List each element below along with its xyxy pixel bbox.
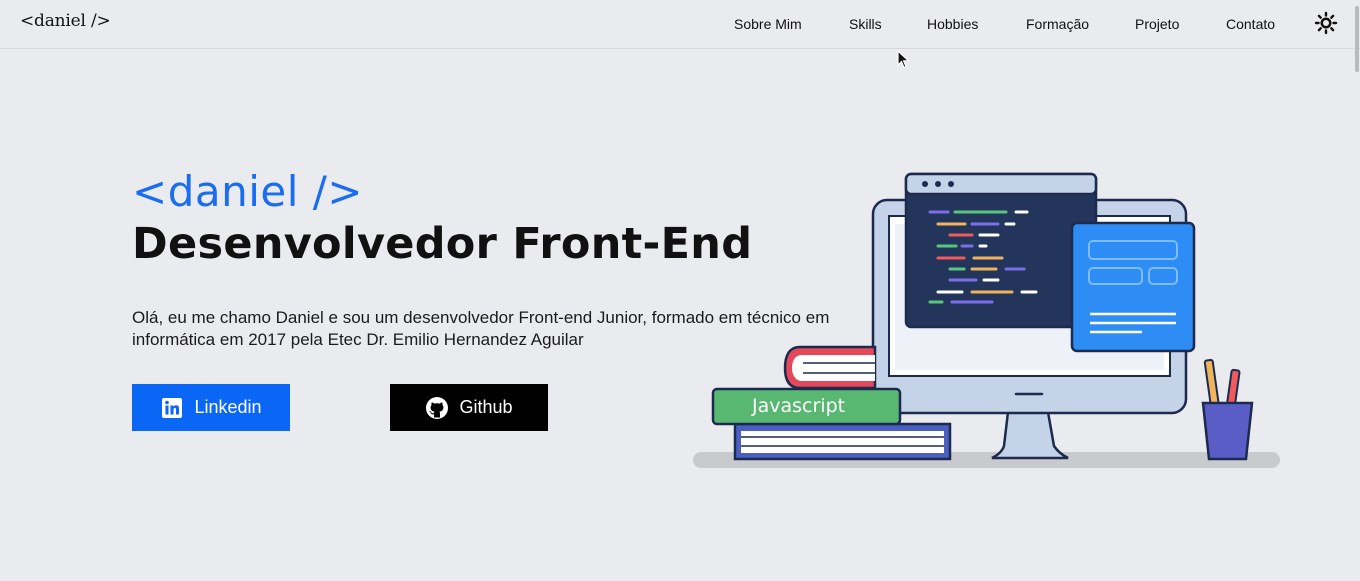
linkedin-button-label: Linkedin [194,397,262,417]
hero-title: Desenvolvedor Front-End [132,219,753,269]
pencil-cup [1201,358,1254,461]
logo[interactable]: <daniel /> [20,11,111,31]
developer-illustration: Javascript [693,172,1280,468]
linkedin-button[interactable]: Linkedin [132,384,290,431]
navbar: <daniel /> Sobre Mim Skills Hobbies Form… [0,0,1360,49]
code-window [904,172,1098,329]
monitor-stand [991,410,1069,460]
github-button[interactable]: Github [390,384,548,431]
mouse-cursor-icon [897,50,911,69]
nav-link-contato[interactable]: Contato [1226,16,1275,32]
nav-link-projeto[interactable]: Projeto [1135,16,1179,32]
nav-link-sobre-mim[interactable]: Sobre Mim [734,16,802,32]
nav-link-formacao[interactable]: Formação [1026,16,1089,32]
theme-toggle-button[interactable] [1314,11,1338,35]
linkedin-icon [162,397,183,418]
hero-tag: <daniel /> [132,167,364,216]
form-card [1070,221,1196,353]
scrollbar[interactable] [1354,0,1360,581]
book-label: Javascript [751,395,845,417]
github-icon [426,396,449,419]
scrollbar-thumb[interactable] [1355,6,1359,72]
github-button-label: Github [459,397,513,417]
sun-icon [1314,11,1338,35]
nav-link-hobbies[interactable]: Hobbies [927,16,978,32]
nav-link-skills[interactable]: Skills [849,16,882,32]
